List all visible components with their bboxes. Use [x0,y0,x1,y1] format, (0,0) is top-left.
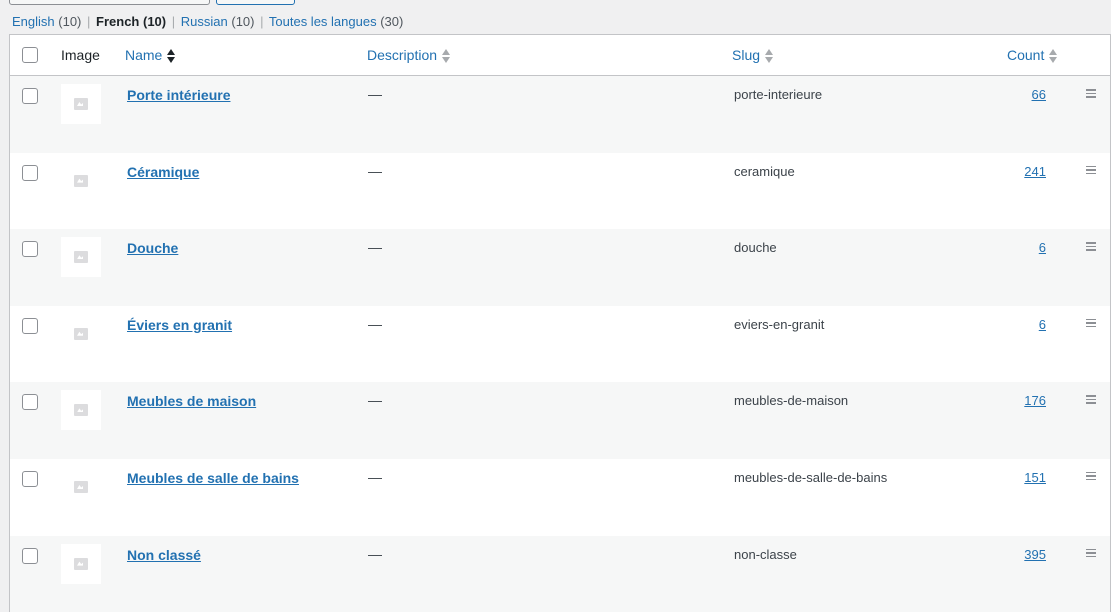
term-name-link[interactable]: Non classé [127,547,201,563]
filter-separator: | [260,14,264,29]
term-name-link[interactable]: Porte intérieure [127,87,230,103]
filter-russian-count: (10) [231,14,255,29]
drag-handle-icon[interactable] [1086,165,1096,175]
term-slug: non-classe [734,546,797,562]
term-description: — [368,545,382,562]
table-row: Porte intérieure — porte-interieure 66 [10,76,1110,153]
filter-russian[interactable]: Russian [181,14,228,29]
image-placeholder-icon [74,327,88,340]
filter-separator: | [171,14,176,29]
term-count-link[interactable]: 395 [1024,547,1046,562]
term-thumbnail [61,160,101,201]
image-placeholder-icon [74,480,88,493]
row-checkbox[interactable] [22,317,38,334]
term-name-link[interactable]: Meubles de maison [127,393,256,409]
row-checkbox[interactable] [22,394,38,411]
term-thumbnail [61,466,101,507]
table-row: Céramique — ceramique 241 [10,153,1110,230]
drag-handle-icon[interactable] [1086,395,1096,404]
term-thumbnail [61,543,101,584]
column-slug-header[interactable]: Slug [732,47,774,65]
table-row: Meubles de salle de bains — meubles-de-s… [10,459,1110,536]
sort-arrows-icon [441,47,451,65]
filter-all-languages[interactable]: Toutes les langues [269,14,377,29]
row-checkbox[interactable] [22,470,38,487]
term-thumbnail [61,84,101,124]
filter-separator: | [87,14,91,29]
term-slug: meubles-de-maison [734,393,849,409]
row-checkbox[interactable] [22,241,38,258]
row-checkbox[interactable] [22,547,38,564]
term-slug: douche [734,240,777,256]
term-slug: ceramique [734,163,795,179]
term-thumbnail [61,390,101,431]
column-name-header[interactable]: Name [125,47,176,65]
term-description: — [368,162,382,179]
table-row: Non classé — non-classe 395 [10,535,1110,612]
table-row: Douche — douche 6 [10,229,1110,306]
term-name-link[interactable]: Céramique [127,164,199,180]
sort-arrows-icon [764,47,774,65]
table-row: Éviers en granit — eviers-en-granit 6 [10,306,1110,383]
term-count-link[interactable]: 241 [1024,164,1046,179]
term-name-link[interactable]: Éviers en granit [127,317,232,333]
term-count-link[interactable]: 176 [1024,393,1046,408]
term-description: — [368,392,382,409]
term-name-link[interactable]: Douche [127,240,178,256]
drag-handle-icon[interactable] [1086,471,1096,481]
term-description: — [368,239,382,256]
filter-english[interactable]: English [12,14,55,29]
term-count-link[interactable]: 66 [1032,87,1046,102]
image-placeholder-icon [74,174,88,187]
drag-handle-icon[interactable] [1086,318,1096,328]
term-description: — [368,468,382,485]
term-thumbnail [61,313,101,354]
bulk-actions-select[interactable] [9,0,210,5]
table-header: Image Name Description Slug Count [10,35,1110,76]
term-name-link[interactable]: Meubles de salle de bains [127,470,299,486]
drag-handle-icon[interactable] [1086,89,1096,98]
image-placeholder-icon [74,404,88,417]
term-slug: meubles-de-salle-de-bains [734,469,888,485]
sort-arrows-icon [166,47,176,65]
filter-french: French [96,14,140,29]
column-image-header: Image [61,47,100,63]
column-name-link[interactable]: Name [125,47,162,63]
column-count-header[interactable]: Count [1007,47,1058,65]
apply-button[interactable] [216,0,295,5]
column-slug-link[interactable]: Slug [732,47,760,63]
column-count-link[interactable]: Count [1007,47,1044,63]
term-slug: porte-interieure [734,87,823,102]
sort-arrows-icon [1048,47,1058,65]
term-count-link[interactable]: 6 [1039,240,1046,255]
drag-handle-icon[interactable] [1086,548,1096,558]
terms-table: Image Name Description Slug Count Porte … [9,34,1111,612]
term-description: — [368,315,382,332]
term-description: — [368,86,382,102]
term-count-link[interactable]: 6 [1039,317,1046,332]
filter-french-count: (10) [143,14,167,29]
term-slug: eviers-en-granit [734,316,825,332]
language-filter: English (10) | French (10) | Russian (10… [12,14,403,29]
table-row: Meubles de maison — meubles-de-maison 17… [10,382,1110,459]
term-thumbnail [61,237,101,278]
image-placeholder-icon [74,251,88,264]
row-checkbox[interactable] [22,88,38,104]
row-checkbox[interactable] [22,164,38,181]
filter-all-languages-count: (30) [380,14,404,29]
column-description-header[interactable]: Description [367,47,451,65]
image-placeholder-icon [74,98,88,110]
drag-handle-icon[interactable] [1086,242,1096,251]
term-count-link[interactable]: 151 [1024,470,1046,485]
select-all-checkbox[interactable] [22,47,38,63]
image-placeholder-icon [74,557,88,570]
column-description-link[interactable]: Description [367,47,437,63]
filter-english-count: (10) [58,14,82,29]
